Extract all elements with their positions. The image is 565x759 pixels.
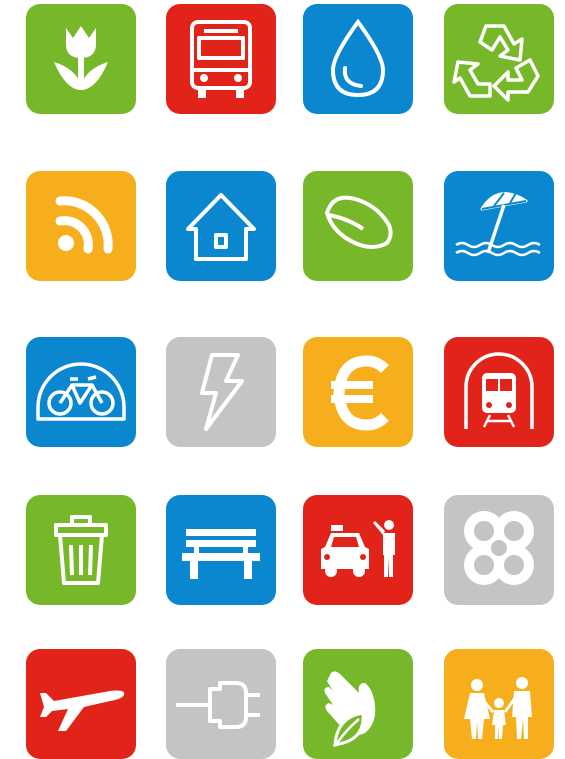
euro-icon <box>303 337 413 447</box>
flower-logo-icon <box>444 495 554 605</box>
rss-icon <box>26 171 136 281</box>
lightning-icon <box>166 337 276 447</box>
taxi-icon <box>303 495 413 605</box>
bike-parking-icon <box>26 337 136 447</box>
recycle-icon <box>444 4 554 114</box>
beach-umbrella-icon <box>444 171 554 281</box>
leaf-icon <box>303 171 413 281</box>
tulip-icon <box>26 4 136 114</box>
bus-icon <box>166 4 276 114</box>
metro-train-icon <box>444 337 554 447</box>
plug-icon <box>166 649 276 759</box>
family-icon <box>444 649 554 759</box>
house-icon <box>166 171 276 281</box>
bench-icon <box>166 495 276 605</box>
trash-bin-icon <box>26 495 136 605</box>
airplane-icon <box>26 649 136 759</box>
water-drop-icon <box>303 4 413 114</box>
hands-leaf-icon <box>303 649 413 759</box>
